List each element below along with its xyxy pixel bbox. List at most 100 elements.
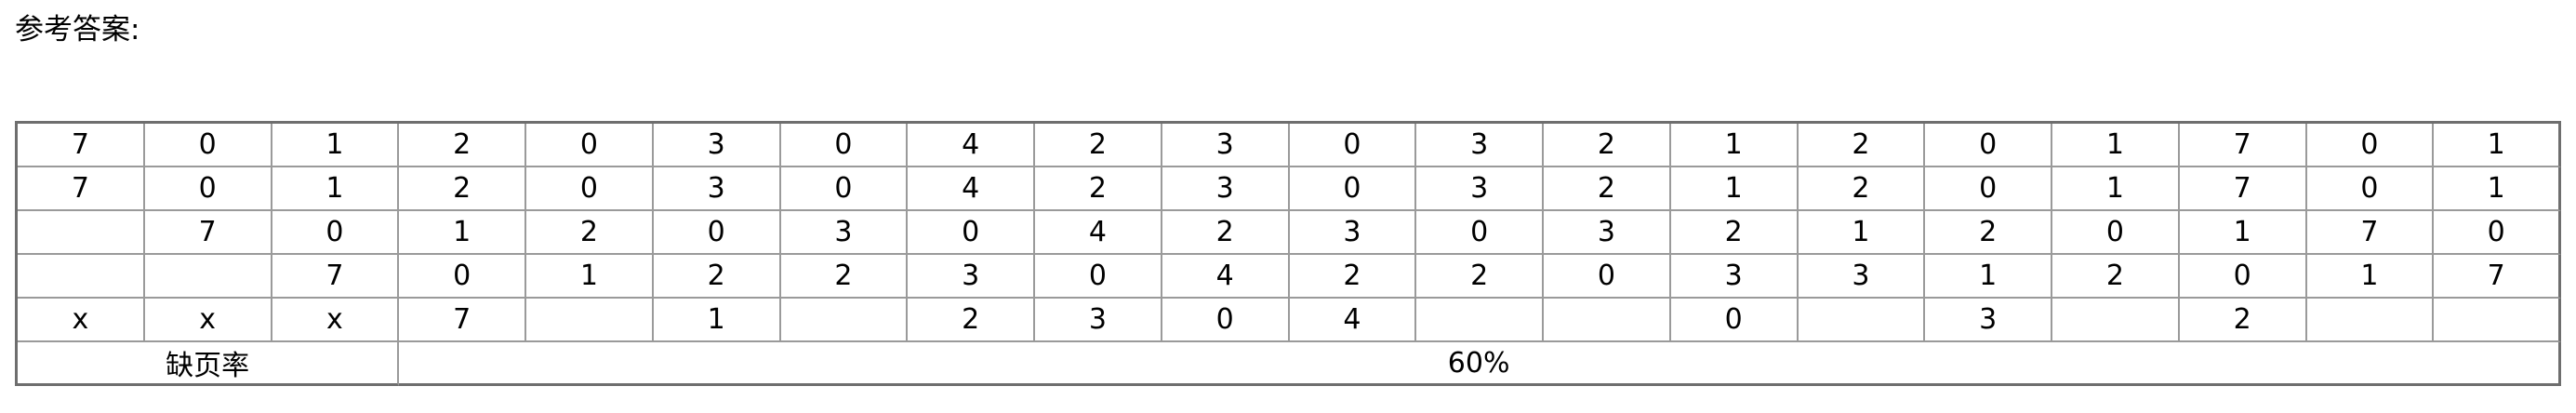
- table-cell: 2: [526, 211, 654, 255]
- table-cell: 1: [1798, 211, 1926, 255]
- table-cell: 0: [2306, 167, 2435, 211]
- frame-2-row: 7012030423032120170: [18, 211, 2561, 255]
- table-cell: 0: [144, 167, 272, 211]
- table-cell: 7: [2306, 211, 2435, 255]
- table-cell: 0: [1162, 299, 1290, 342]
- table-cell: 3: [1416, 167, 1544, 211]
- table-cell: 0: [1289, 167, 1417, 211]
- table-cell: 2: [1670, 211, 1799, 255]
- table-cell: 2: [908, 299, 1035, 342]
- table-cell: 0: [272, 211, 400, 255]
- table-cell: 0: [1289, 124, 1417, 167]
- table-cell: 1: [2434, 167, 2561, 211]
- table-cell: 7: [144, 211, 272, 255]
- table-cell: 0: [1035, 255, 1162, 299]
- table-cell: 7: [399, 299, 526, 342]
- table-cell: 3: [1544, 211, 1671, 255]
- table-cell: 2: [399, 167, 526, 211]
- table-cell: 1: [653, 299, 781, 342]
- table-cell: 3: [1035, 299, 1162, 342]
- table-cell: 4: [908, 167, 1035, 211]
- table-cell: 4: [1162, 255, 1290, 299]
- answer-heading: 参考答案:: [15, 13, 140, 47]
- table-cell: 0: [2179, 255, 2307, 299]
- table-cell: 2: [1162, 211, 1290, 255]
- table-cell: 0: [399, 255, 526, 299]
- table-cell: [1416, 299, 1544, 342]
- table-cell: 2: [780, 255, 909, 299]
- table-cell: [526, 299, 654, 342]
- evicted-page-row: xxx712304032: [18, 299, 2561, 342]
- table-cell: x: [272, 299, 400, 342]
- table-cell: 0: [526, 167, 654, 211]
- frame-1-row: 70120304230321201701: [18, 167, 2561, 211]
- table-cell: 2: [1544, 124, 1671, 167]
- table-cell: 0: [780, 167, 909, 211]
- reference-string-row: 70120304230321201701: [18, 124, 2561, 167]
- table-cell: 0: [2434, 211, 2561, 255]
- table-cell: 1: [272, 167, 400, 211]
- table-cell: 2: [1416, 255, 1544, 299]
- table-cell: [2434, 299, 2561, 342]
- fault-rate-value: 60%: [399, 342, 2561, 386]
- table-cell: 7: [272, 255, 400, 299]
- table-cell: 3: [1925, 299, 2052, 342]
- table-cell: 1: [2306, 255, 2435, 299]
- table-cell: 7: [18, 124, 145, 167]
- table-body: 7012030423032120170170120304230321201701…: [18, 124, 2561, 386]
- table-cell: 0: [780, 124, 909, 167]
- table-cell: 3: [1162, 124, 1290, 167]
- table-cell: 0: [653, 211, 781, 255]
- table-cell: 4: [1289, 299, 1417, 342]
- table-cell: [18, 255, 145, 299]
- table-cell: 0: [526, 124, 654, 167]
- table-cell: 0: [1925, 167, 2052, 211]
- table-cell: 0: [1925, 124, 2052, 167]
- table-cell: 2: [653, 255, 781, 299]
- table-cell: 1: [1670, 167, 1799, 211]
- page-replacement-table: 7012030423032120170170120304230321201701…: [15, 121, 2561, 386]
- table-cell: 3: [1416, 124, 1544, 167]
- table-cell: 3: [780, 211, 909, 255]
- table-cell: [144, 255, 272, 299]
- table-cell: 1: [2434, 124, 2561, 167]
- table-cell: [1544, 299, 1671, 342]
- table-cell: 0: [1670, 299, 1799, 342]
- table-cell: [2052, 299, 2180, 342]
- table-cell: 2: [1035, 167, 1162, 211]
- table-cell: 4: [1035, 211, 1162, 255]
- table-cell: 2: [1289, 255, 1417, 299]
- table-cell: 3: [653, 167, 781, 211]
- table-cell: 3: [1670, 255, 1799, 299]
- table-cell: 0: [908, 211, 1035, 255]
- table-cell: 1: [2052, 124, 2180, 167]
- table-cell: 1: [1670, 124, 1799, 167]
- table-cell: 2: [1544, 167, 1671, 211]
- table-cell: 0: [2052, 211, 2180, 255]
- table-cell: 7: [2179, 124, 2307, 167]
- table-cell: 7: [2179, 167, 2307, 211]
- table-cell: 2: [1798, 124, 1926, 167]
- table-cell: 3: [653, 124, 781, 167]
- table-cell: [2306, 299, 2435, 342]
- table-cell: 0: [1544, 255, 1671, 299]
- table-cell: 2: [2052, 255, 2180, 299]
- table-cell: [1798, 299, 1926, 342]
- table-cell: 2: [399, 124, 526, 167]
- table-cell: [780, 299, 909, 342]
- table-cell: x: [18, 299, 145, 342]
- table-cell: 1: [1925, 255, 2052, 299]
- table-cell: 3: [908, 255, 1035, 299]
- table-cell: 2: [2179, 299, 2307, 342]
- fault-rate-label: 缺页率: [18, 342, 400, 386]
- table-cell: 0: [144, 124, 272, 167]
- table-cell: 1: [2052, 167, 2180, 211]
- table-cell: 7: [18, 167, 145, 211]
- table-cell: 1: [272, 124, 400, 167]
- table-cell: 2: [1035, 124, 1162, 167]
- table-cell: 7: [2434, 255, 2561, 299]
- table-cell: 3: [1289, 211, 1417, 255]
- fault-rate-row: 缺页率 60%: [18, 342, 2561, 386]
- table-cell: 1: [526, 255, 654, 299]
- table-cell: 2: [1798, 167, 1926, 211]
